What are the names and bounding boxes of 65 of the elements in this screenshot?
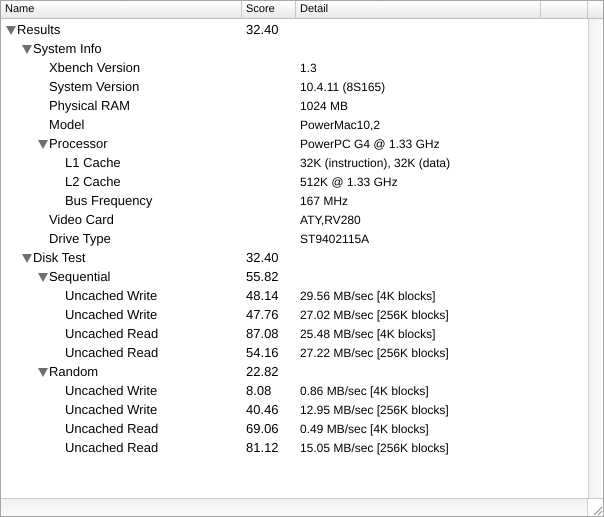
detail-value: PowerPC G4 @ 1.33 GHz [299,137,440,151]
detail-value: 29.56 MB/sec [4K blocks] [299,289,436,303]
score-value: 55.82 [245,269,279,284]
row-name: Sequential [49,269,110,284]
detail-value: 32K (instruction), 32K (data) [299,156,450,170]
disclosure-triangle-icon[interactable] [5,24,17,36]
disclosure-triangle-icon[interactable] [21,252,33,264]
score-value: 47.76 [245,307,279,322]
detail-value: ATY,RV280 [299,213,361,227]
score-value: 48.14 [245,288,279,303]
detail-value: 512K @ 1.33 GHz [299,175,398,189]
row-name: L2 Cache [65,174,121,189]
column-header[interactable]: Score [242,1,296,18]
row-name: Random [49,364,98,379]
row-name: Results [17,22,60,37]
row-name: Uncached Write [65,288,158,303]
detail-value: 1.3 [299,61,317,75]
detail-value: 10.4.11 (8S165) [299,80,386,94]
resize-grip-icon[interactable] [591,504,603,516]
detail-value: 0.49 MB/sec [4K blocks] [299,422,429,436]
score-value: 40.46 [245,402,279,417]
row-name: Uncached Read [65,421,158,436]
row-name: System Version [49,79,140,94]
detail-value: 1024 MB [299,99,348,113]
disclosure-triangle-icon[interactable] [37,270,49,282]
score-value: 32.40 [245,250,279,265]
row-name: L1 Cache [65,155,121,170]
score-value: 8.08 [245,383,272,398]
score-value: 54.16 [245,345,279,360]
score-value: 22.82 [245,364,279,379]
row-name: Uncached Read [65,440,158,455]
disclosure-triangle-icon[interactable] [21,42,33,54]
detail-value: 12.95 MB/sec [256K blocks] [299,403,449,417]
detail-value: 27.22 MB/sec [256K blocks] [299,346,449,360]
detail-value: 25.48 MB/sec [4K blocks] [299,327,436,341]
detail-value: 167 MHz [299,194,348,208]
row-name: System Info [33,41,102,56]
score-value: 87.08 [245,326,279,341]
disclosure-triangle-icon[interactable] [37,138,49,150]
score-value: 69.06 [245,421,279,436]
detail-value: 27.02 MB/sec [256K blocks] [299,308,449,322]
horizontal-scrollbar[interactable] [1,499,587,516]
detail-value: 0.86 MB/sec [4K blocks] [299,384,429,398]
score-value: 32.40 [245,22,279,37]
column-header[interactable]: Name [1,1,242,18]
row-name: Physical RAM [49,98,130,113]
row-name: Uncached Write [65,307,158,322]
row-name: Disk Test [33,250,86,265]
detail-value: PowerMac10,2 [299,118,380,132]
disclosure-triangle-icon[interactable] [37,366,49,378]
score-value: 81.12 [245,440,279,455]
detail-value: 15.05 MB/sec [256K blocks] [299,441,449,455]
detail-value: ST9402115A [299,232,370,246]
row-name: Drive Type [49,231,111,246]
row-name: Uncached Write [65,402,158,417]
row-name: Bus Frequency [65,193,152,208]
row-name: Video Card [49,212,114,227]
column-header[interactable]: Detail [296,1,541,18]
row-name: Model [49,117,84,132]
vertical-scrollbar[interactable] [588,19,603,498]
row-name: Xbench Version [49,60,140,75]
row-name: Uncached Read [65,345,158,360]
row-name: Uncached Read [65,326,158,341]
row-name: Uncached Write [65,383,158,398]
row-name: Processor [49,136,108,151]
